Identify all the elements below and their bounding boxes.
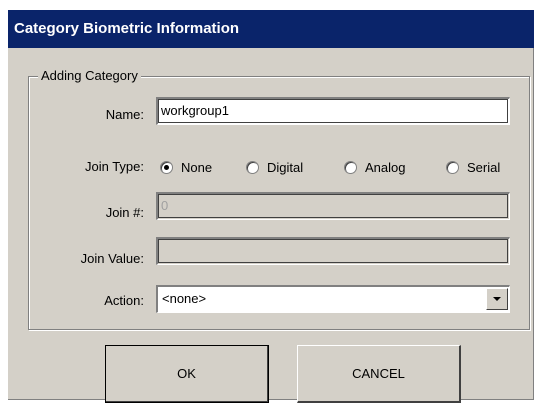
radio-unchecked-icon [344,160,357,174]
action-select[interactable]: <none> [156,285,510,313]
radio-none[interactable]: None [160,158,212,176]
group-legend: Adding Category [38,69,141,83]
radio-digital[interactable]: Digital [246,158,303,176]
join-value-label: Join Value: [80,251,144,266]
chevron-down-icon[interactable] [486,288,508,310]
cancel-button[interactable]: CANCEL [297,345,461,403]
radio-serial[interactable]: Serial [446,158,500,176]
join-type-label: Join Type: [84,159,144,174]
action-select-value: <none> [162,291,207,306]
name-input[interactable]: workgroup1 [156,97,510,125]
join-value-input[interactable] [156,237,510,265]
radio-unchecked-icon [446,160,459,174]
radio-analog-label: Analog [365,159,406,175]
action-label: Action: [104,293,144,308]
radio-digital-label: Digital [267,159,304,175]
radio-analog[interactable]: Analog [344,158,405,176]
radio-unchecked-icon [246,160,259,174]
join-number-label: Join #: [105,205,144,220]
radio-serial-label: Serial [467,159,501,175]
radio-checked-icon [160,160,173,174]
name-label: Name: [105,107,144,122]
dialog-window: Category Biometric Information Adding Ca… [8,10,534,403]
ok-button[interactable]: OK [105,345,269,403]
window-title: Category Biometric Information [8,10,534,48]
join-number-input[interactable]: 0 [156,192,510,220]
radio-none-label: None [181,159,213,175]
